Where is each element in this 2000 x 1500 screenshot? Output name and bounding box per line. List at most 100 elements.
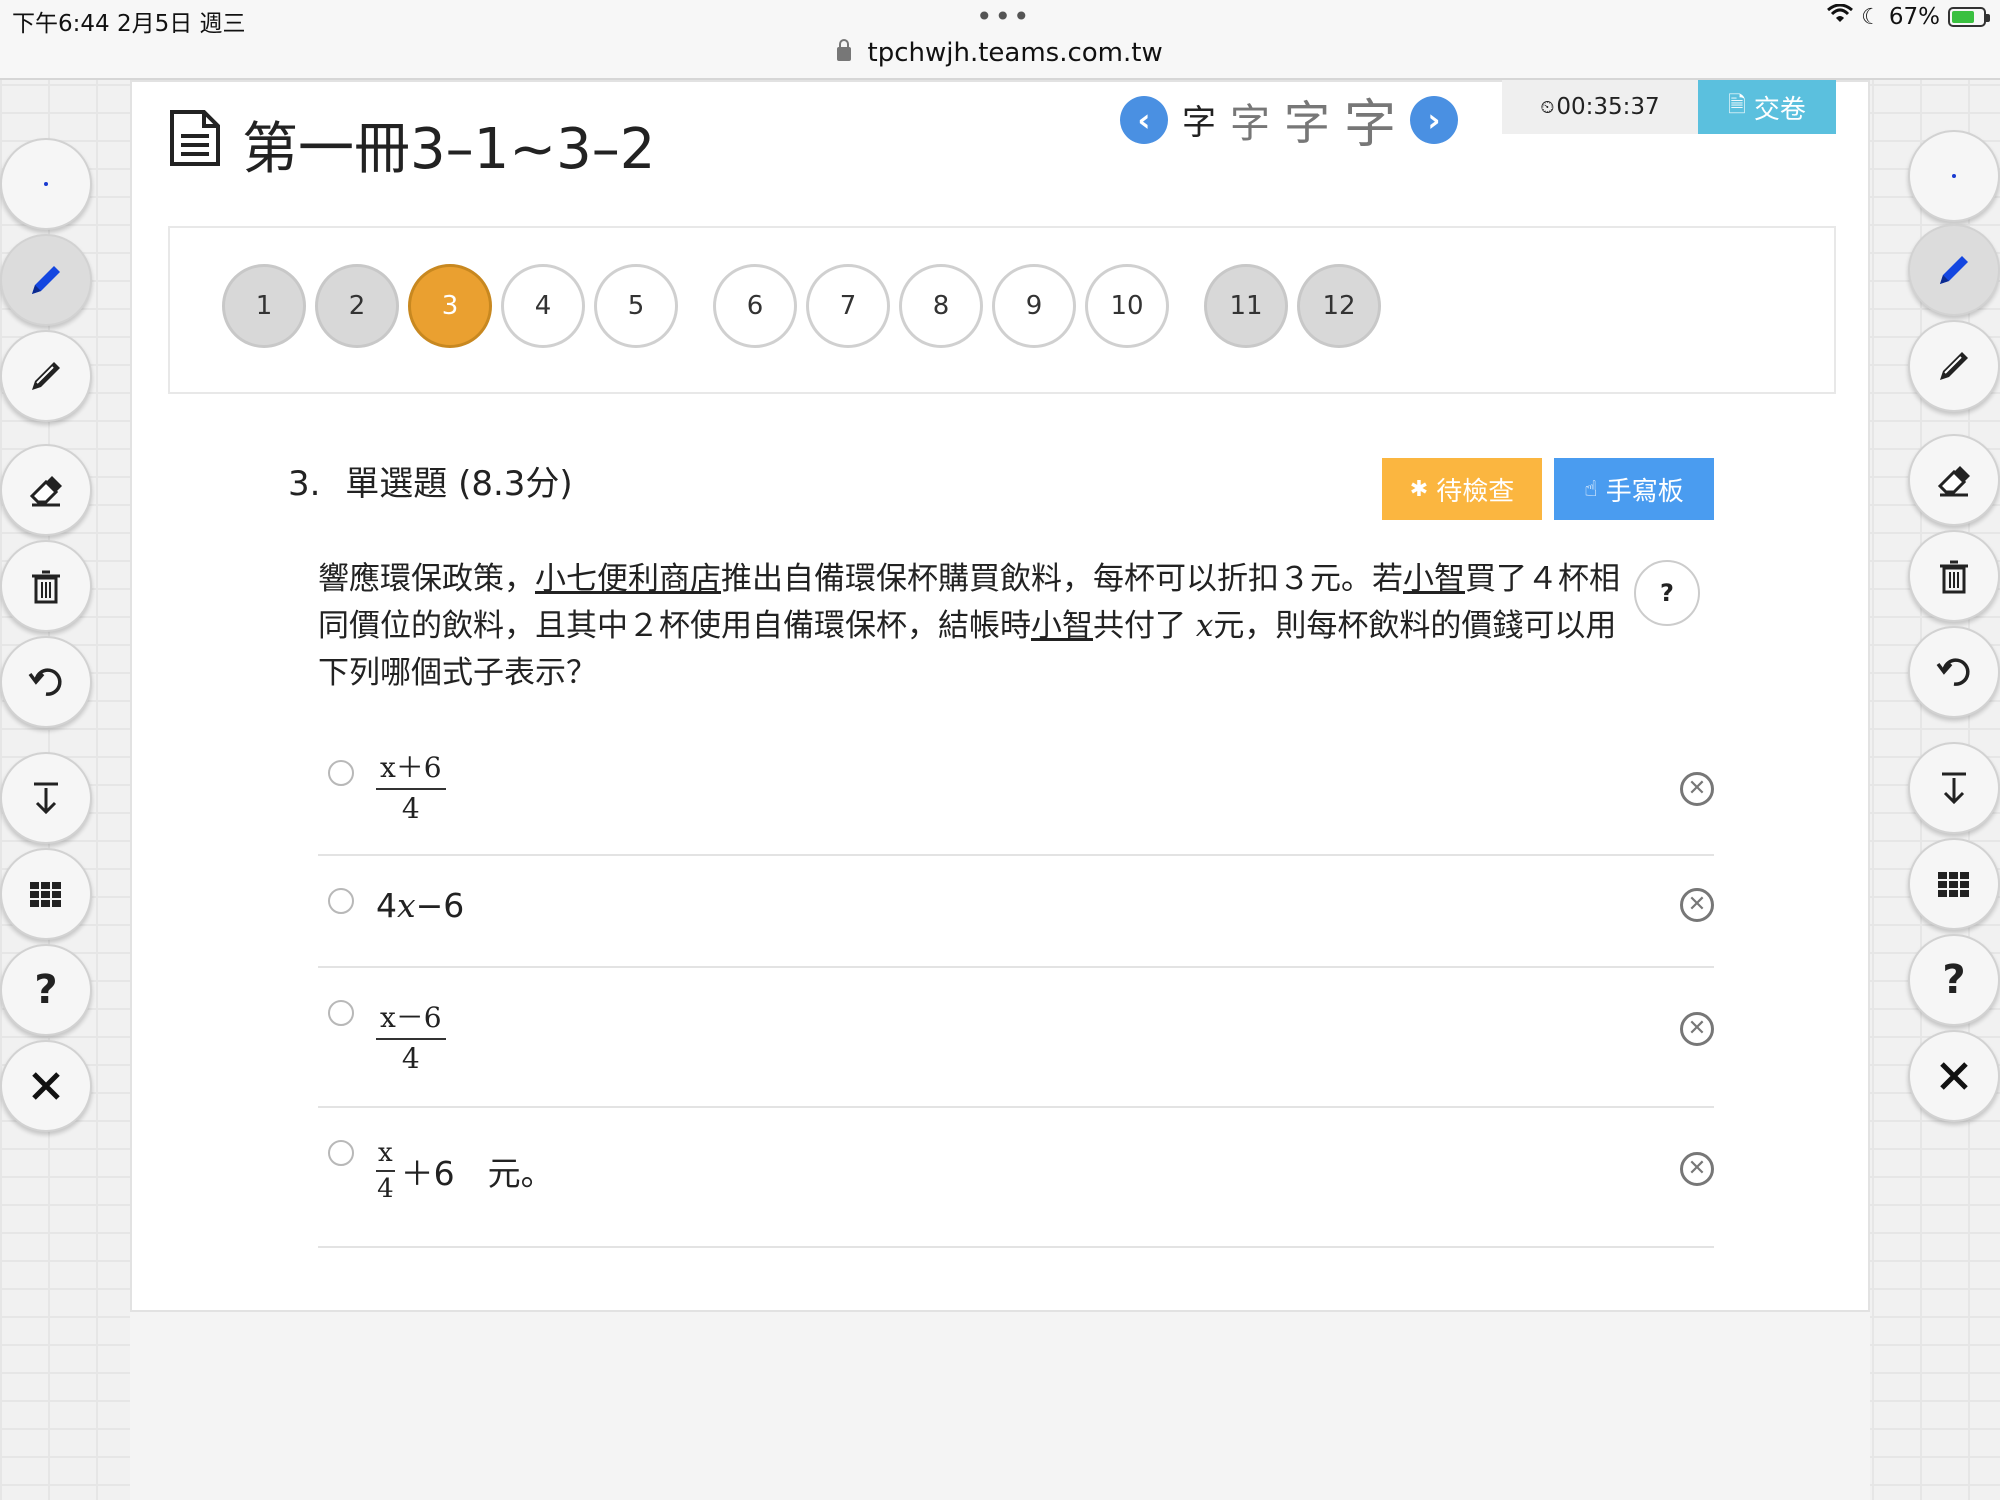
option-a[interactable]: x＋6 4 ✕ (318, 742, 1714, 856)
url-bar[interactable]: tpchwjh.teams.com.tw (0, 38, 2000, 68)
question-text: 響應環保政策，小七便利商店推出自備環保杯購買飲料，每杯可以折扣３元。若小智買了４… (318, 556, 1638, 697)
pencil-icon (1940, 256, 1968, 284)
question-text-part: 響應環保政策， (318, 561, 535, 597)
status-indicators: ☾ 67% (1827, 3, 1990, 30)
help-button[interactable]: ? (0, 944, 92, 1036)
grid-button[interactable] (1908, 838, 2000, 930)
question-nav-2[interactable]: 2 (315, 264, 399, 348)
fraction: x＋6 4 (376, 746, 446, 825)
pending-label: 待檢查 (1436, 476, 1515, 507)
dot-tool-button[interactable] (0, 138, 92, 230)
eraser-icon (1937, 466, 1970, 497)
eliminate-option-c-icon[interactable]: ✕ (1680, 1012, 1714, 1046)
fraction: x－6 4 (376, 996, 446, 1075)
question-mark-icon: ? (34, 967, 58, 1013)
hand-pointer-icon: ☝ (1584, 476, 1598, 502)
eliminate-option-b-icon[interactable]: ✕ (1680, 888, 1714, 922)
close-button[interactable] (0, 1040, 92, 1132)
exam-panel: 第一冊3–1~3–2 ‹ 字 字 字 字 › ⏲ 00:35:37 🗎 交卷 1… (130, 80, 1870, 1312)
question-nav-5[interactable]: 5 (594, 264, 678, 348)
numerator: x＋6 (376, 746, 446, 790)
moon-icon: ☾ (1861, 4, 1881, 30)
trash-button[interactable] (0, 540, 92, 632)
question-header: 3. 單選題 (8.3分) (288, 456, 573, 505)
black-pen-button[interactable] (1908, 320, 2000, 412)
font-size-large[interactable]: 字 (1284, 87, 1330, 153)
help-button[interactable]: ? (1908, 934, 2000, 1026)
person-name: 小智 (1403, 561, 1465, 597)
close-button[interactable] (1908, 1030, 2000, 1122)
bug-icon: ✱ (1409, 476, 1429, 502)
page-title-text: 第一冊3–1~3–2 (242, 117, 656, 182)
lock-icon (837, 39, 852, 61)
arrow-down-icon (1942, 772, 1966, 805)
option-b[interactable]: 4 x −6 ✕ (318, 856, 1714, 968)
eliminate-option-a-icon[interactable]: ✕ (1680, 772, 1714, 806)
handwriting-pad-button[interactable]: ☝ 手寫板 (1554, 458, 1714, 520)
question-nav-8[interactable]: 8 (899, 264, 983, 348)
exam-timer: ⏲ 00:35:37 (1502, 80, 1698, 134)
handwrite-label: 手寫板 (1605, 476, 1684, 507)
close-icon (32, 1072, 60, 1100)
next-arrow-icon[interactable]: › (1410, 95, 1459, 144)
option-c-radio[interactable] (328, 1000, 354, 1026)
question-number: 3. (288, 464, 321, 504)
trash-icon (32, 570, 60, 604)
close-icon (1940, 1062, 1968, 1090)
submit-exam-button[interactable]: 🗎 交卷 (1698, 80, 1836, 134)
eraser-button[interactable] (1908, 434, 2000, 526)
font-size-small[interactable]: 字 (1182, 95, 1216, 144)
question-text-part: 推出自備環保杯購買飲料，每杯可以折扣３元。若 (721, 561, 1403, 597)
dot-icon (1952, 174, 1956, 178)
option-b-var: x (397, 886, 416, 925)
question-help-button[interactable]: ? (1634, 560, 1700, 626)
question-nav-1[interactable]: 1 (222, 264, 306, 348)
option-d[interactable]: x 4 ＋6 元。 ✕ (318, 1108, 1714, 1248)
option-b-coef: 4 (376, 886, 397, 925)
grid-button[interactable] (0, 848, 92, 940)
blue-pen-button[interactable] (0, 234, 92, 326)
trash-button[interactable] (1908, 530, 2000, 622)
submit-icon: 🗎 (1728, 93, 1746, 118)
dot-tool-button[interactable] (1908, 130, 2000, 222)
denominator: 4 (401, 792, 420, 825)
undo-button[interactable] (1908, 626, 2000, 718)
arrow-down-icon (34, 782, 58, 815)
undo-button[interactable] (0, 636, 92, 728)
question-nav-4[interactable]: 4 (501, 264, 585, 348)
option-d-radio[interactable] (328, 1140, 354, 1166)
question-nav-9[interactable]: 9 (992, 264, 1076, 348)
blue-pen-button[interactable] (1908, 224, 2000, 316)
scroll-down-button[interactable] (0, 752, 92, 844)
black-pen-button[interactable] (0, 330, 92, 422)
numerator: x－6 (376, 996, 446, 1040)
font-size-xlarge[interactable]: 字 (1344, 82, 1396, 157)
previous-arrow-icon[interactable]: ‹ (1120, 95, 1168, 144)
timer-value: 00:35:37 (1556, 94, 1660, 120)
font-size-medium[interactable]: 字 (1230, 91, 1270, 149)
eliminate-option-d-icon[interactable]: ✕ (1680, 1152, 1714, 1186)
fraction: x 4 (376, 1138, 395, 1204)
pencil-icon (32, 266, 60, 294)
scroll-down-button[interactable] (1908, 742, 2000, 834)
numerator: x (376, 1138, 395, 1172)
wifi-icon (1827, 3, 1854, 30)
denominator: 4 (401, 1042, 420, 1075)
question-nav-3[interactable]: 3 (408, 264, 492, 348)
question-nav-7[interactable]: 7 (806, 264, 890, 348)
eraser-button[interactable] (0, 444, 92, 536)
question-nav-11[interactable]: 11 (1204, 264, 1288, 348)
status-time: 下午6:44 2月5日 週三 (12, 11, 246, 37)
question-nav-10[interactable]: 10 (1085, 264, 1169, 348)
option-b-radio[interactable] (328, 888, 354, 914)
mark-for-review-button[interactable]: ✱ 待檢查 (1382, 458, 1542, 520)
option-c[interactable]: x－6 4 ✕ (318, 968, 1714, 1108)
option-a-content: x＋6 4 (376, 746, 446, 825)
question-nav-6[interactable]: 6 (713, 264, 797, 348)
pencil-icon (32, 362, 60, 390)
eraser-icon (29, 476, 62, 507)
question-nav-12[interactable]: 12 (1297, 264, 1381, 348)
pencil-icon (1940, 352, 1968, 380)
option-a-radio[interactable] (328, 760, 354, 786)
browser-menu-dots[interactable]: ••• (976, 0, 1032, 33)
